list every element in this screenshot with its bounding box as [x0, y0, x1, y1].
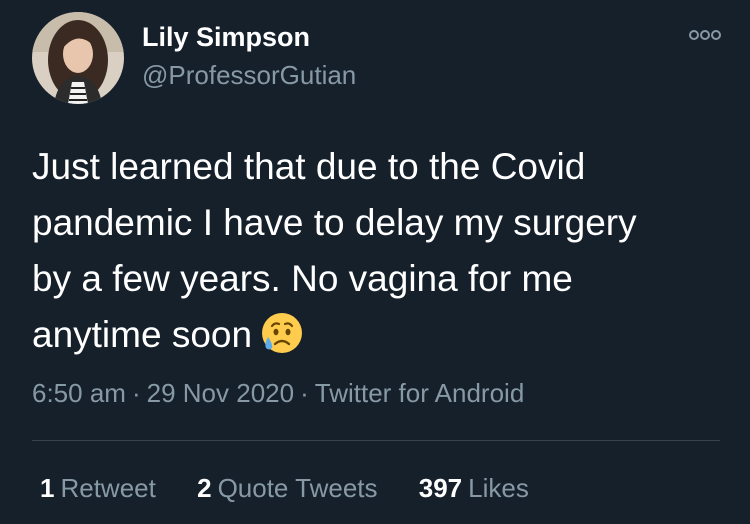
- profile-photo-icon: [32, 12, 124, 104]
- meta-separator: ·: [300, 378, 309, 408]
- tweet-text-line: Just learned that due to the Covid: [32, 146, 586, 187]
- likes-count: 397: [418, 473, 463, 503]
- retweets-stat[interactable]: 1 Retweet: [40, 473, 156, 504]
- tweet-text: Just learned that due to the Covid pande…: [32, 139, 722, 371]
- retweets-label: Retweet: [60, 473, 156, 503]
- meta-separator: ·: [131, 378, 141, 408]
- likes-label: Likes: [468, 473, 529, 503]
- display-name[interactable]: Lily Simpson: [142, 22, 310, 53]
- quote-tweets-stat[interactable]: 2 Quote Tweets: [197, 473, 377, 504]
- tweet-source[interactable]: Twitter for Android: [315, 378, 525, 408]
- tweet-date[interactable]: 29 Nov 2020: [147, 378, 294, 408]
- tweet-detail: Lily Simpson @ProfessorGutian Just learn…: [0, 0, 750, 524]
- avatar[interactable]: [32, 12, 124, 104]
- tweet-meta: 6:50 am · 29 Nov 2020 · Twitter for Android: [32, 378, 524, 409]
- quote-tweets-label: Quote Tweets: [217, 473, 378, 503]
- more-options-icon[interactable]: [688, 27, 722, 43]
- retweets-count: 1: [40, 473, 55, 503]
- tweet-text-last: anytime soon: [32, 314, 253, 355]
- tweet-text-line: pandemic I have to delay my surgery: [32, 202, 637, 243]
- divider: [32, 440, 720, 441]
- user-handle[interactable]: @ProfessorGutian: [142, 60, 356, 91]
- tweet-text-line: anytime soon: [32, 307, 722, 371]
- tweet-stats: 1 Retweet 2 Quote Tweets 397 Likes: [40, 473, 563, 504]
- tweet-text-line: by a few years. No vagina for me: [32, 258, 573, 299]
- likes-stat[interactable]: 397 Likes: [419, 473, 529, 504]
- tweet-time[interactable]: 6:50 am: [32, 378, 126, 408]
- quote-tweets-count: 2: [197, 473, 212, 503]
- sad-relieved-face-icon: [260, 311, 304, 371]
